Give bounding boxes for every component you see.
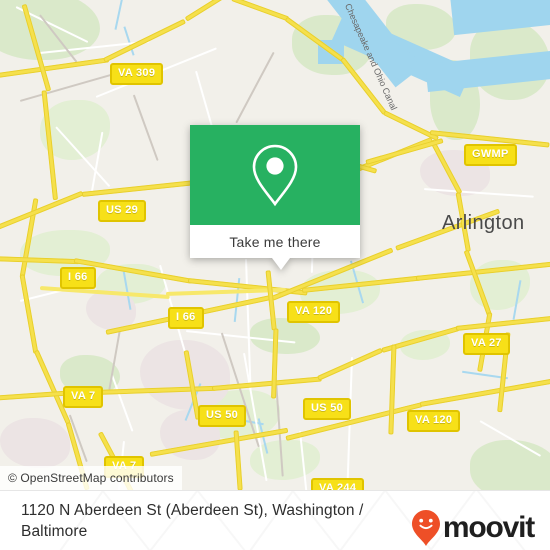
moovit-pin-smiley-icon <box>411 510 440 546</box>
park-area <box>470 440 550 490</box>
major-road <box>19 274 39 354</box>
road-shield: VA 120 <box>287 301 341 323</box>
road-shield: US 29 <box>98 200 147 222</box>
map-attribution: © OpenStreetMap contributors <box>0 466 182 490</box>
moovit-logo[interactable]: moovit <box>411 509 535 547</box>
road-shield: VA 7 <box>63 386 104 408</box>
road-shield: US 50 <box>198 405 247 427</box>
major-road <box>419 377 550 407</box>
major-road <box>81 179 202 197</box>
popup-body <box>190 125 360 225</box>
map-canvas[interactable]: Chesapeake and Ohio Canal Arlington VA 3… <box>0 0 550 490</box>
road-shield: I 66 <box>60 267 96 289</box>
road-shield: I 66 <box>168 307 204 329</box>
road-shield: GWMP <box>464 144 517 166</box>
stream <box>114 0 124 30</box>
road-shield: VA 120 <box>407 410 461 432</box>
river <box>450 0 550 36</box>
location-address: 1120 N Aberdeen St (Aberdeen St), Washin… <box>21 501 364 540</box>
take-me-there-button[interactable]: Take me there <box>190 225 360 258</box>
road-shield: VA 27 <box>463 333 510 355</box>
major-road <box>455 315 550 331</box>
minor-road <box>111 374 134 432</box>
major-road <box>231 0 290 22</box>
major-road <box>0 57 110 79</box>
map-pin-icon <box>252 144 298 207</box>
road-shield: VA 244 <box>311 478 365 490</box>
major-road <box>0 190 84 233</box>
track-road <box>133 94 159 161</box>
track-road <box>235 51 275 124</box>
footer-bar: 1120 N Aberdeen St (Aberdeen St), Washin… <box>0 490 550 550</box>
place-label-arlington: Arlington <box>442 212 525 234</box>
park-area <box>250 318 320 354</box>
road-shield: VA 309 <box>110 63 164 85</box>
moovit-map-screenshot: Chesapeake and Ohio Canal Arlington VA 3… <box>0 0 550 550</box>
location-popup[interactable]: Take me there <box>190 125 360 270</box>
road-shield: US 50 <box>303 398 352 420</box>
major-road <box>388 344 397 435</box>
attribution-text: © OpenStreetMap contributors <box>8 471 174 485</box>
moovit-wordmark: moovit <box>442 511 535 544</box>
major-road <box>184 0 239 22</box>
popup-tail <box>272 258 290 270</box>
builtup-area <box>0 418 70 468</box>
